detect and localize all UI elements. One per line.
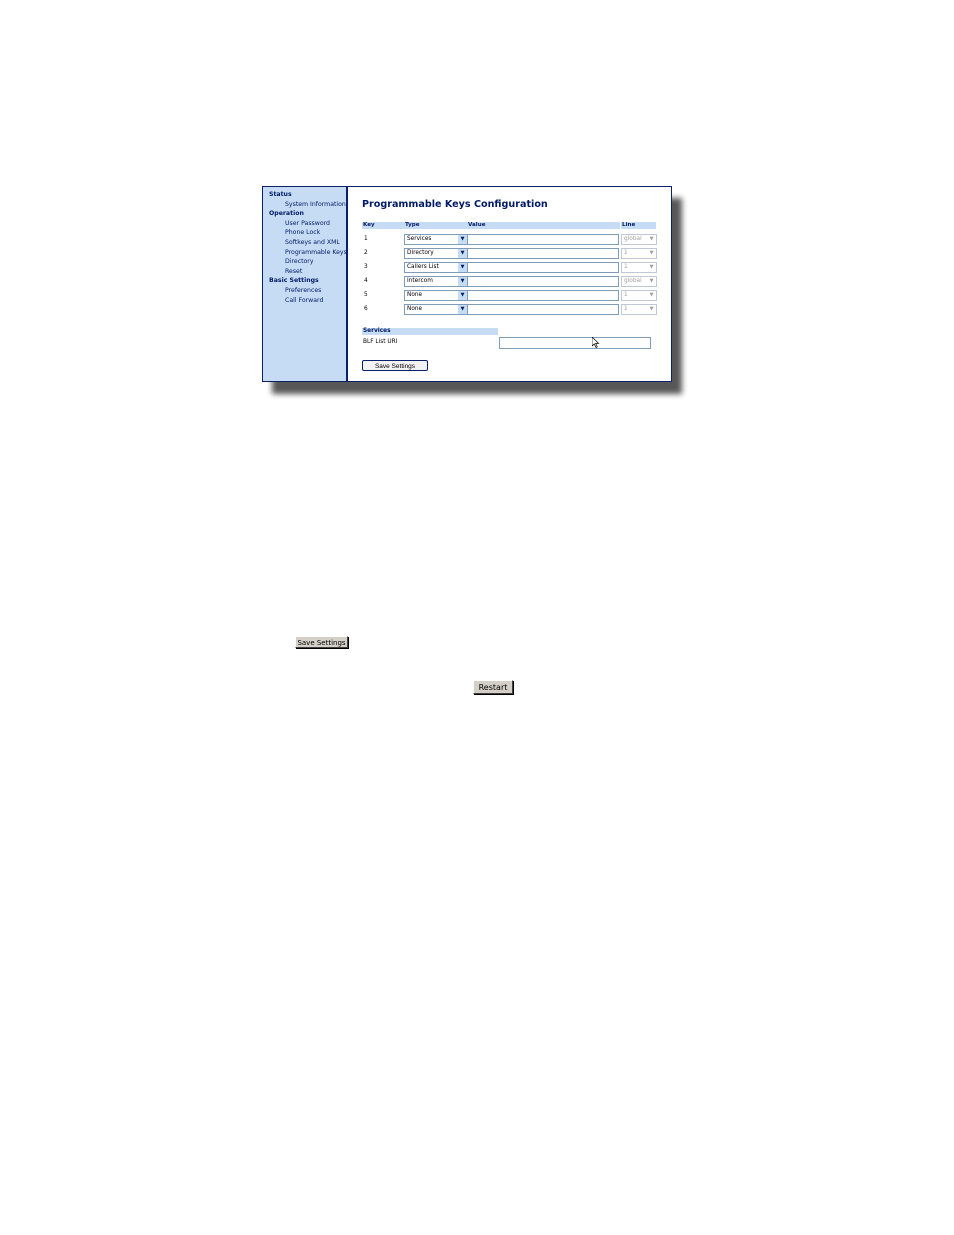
- sidebar-item-directory[interactable]: Directory: [269, 257, 346, 267]
- blf-list-uri-input[interactable]: [499, 337, 651, 349]
- column-header-key: Key: [362, 222, 404, 229]
- chevron-down-icon[interactable]: ▼: [458, 249, 467, 258]
- sidebar-item-reset[interactable]: Reset: [269, 267, 346, 277]
- sidebar-item-call-forward[interactable]: Call Forward: [269, 296, 346, 306]
- screenshot-frame: Status System Information Operation User…: [262, 186, 682, 394]
- line-select-value: 1: [624, 250, 628, 256]
- chevron-down-icon: ▼: [649, 278, 654, 284]
- key-number: 2: [364, 250, 368, 256]
- type-select[interactable]: Services ▼: [404, 234, 468, 245]
- line-select: 1 ▼: [621, 290, 657, 301]
- line-select: 1 ▼: [621, 304, 657, 315]
- line-select: global ▼: [621, 234, 657, 245]
- type-select-value: Intercom: [407, 278, 433, 284]
- line-select: 1 ▼: [621, 262, 657, 273]
- type-select-value: None: [407, 306, 423, 312]
- line-select-value: global: [624, 236, 642, 242]
- value-input[interactable]: [467, 262, 619, 273]
- type-select[interactable]: Intercom ▼: [404, 276, 468, 287]
- key-number: 3: [364, 264, 368, 270]
- chevron-down-icon: ▼: [649, 264, 654, 270]
- services-section-header: Services: [362, 328, 498, 335]
- sidebar-item-programmable-keys[interactable]: Programmable Keys: [269, 248, 347, 258]
- type-select[interactable]: Directory ▼: [404, 248, 468, 259]
- sidebar-item-preferences[interactable]: Preferences: [269, 286, 346, 296]
- sidebar-item-phone-lock[interactable]: Phone Lock: [269, 228, 346, 238]
- sidebar-section-basic-settings[interactable]: Basic Settings: [269, 276, 346, 286]
- sidebar-item-softkeys-xml[interactable]: Softkeys and XML: [269, 238, 346, 248]
- key-number: 6: [364, 306, 368, 312]
- blf-list-uri-label: BLF List URI: [363, 339, 398, 345]
- chevron-down-icon: ▼: [649, 250, 654, 256]
- chevron-down-icon: ▼: [649, 306, 654, 312]
- value-input[interactable]: [467, 276, 619, 287]
- column-header-value: Value: [467, 222, 620, 229]
- type-select[interactable]: None ▼: [404, 290, 468, 301]
- sidebar-item-system-information[interactable]: System Information: [269, 200, 346, 210]
- mouse-cursor-icon: [591, 333, 600, 352]
- type-select-value: Directory: [407, 250, 434, 256]
- sidebar-section-operation[interactable]: Operation: [269, 209, 346, 219]
- column-header-type: Type: [404, 222, 467, 229]
- line-select: global ▼: [621, 276, 657, 287]
- type-select-value: Callers List: [407, 264, 439, 270]
- type-select[interactable]: Callers List ▼: [404, 262, 468, 273]
- key-number: 4: [364, 278, 368, 284]
- value-input[interactable]: [467, 234, 619, 245]
- sidebar-nav: Status System Information Operation User…: [263, 187, 348, 381]
- save-settings-button[interactable]: Save Settings: [362, 360, 428, 371]
- line-select-value: global: [624, 278, 642, 284]
- save-settings-button-standalone[interactable]: Save Settings: [295, 636, 348, 648]
- value-input[interactable]: [467, 248, 619, 259]
- web-ui-window: Status System Information Operation User…: [262, 186, 672, 382]
- main-content: Programmable Keys Configuration Key Type…: [348, 187, 671, 381]
- chevron-down-icon[interactable]: ▼: [458, 263, 467, 272]
- type-select-value: None: [407, 292, 423, 298]
- sidebar-section-status[interactable]: Status: [269, 190, 346, 200]
- key-number: 1: [364, 236, 368, 242]
- line-select-value: 1: [624, 306, 628, 312]
- type-select[interactable]: None ▼: [404, 304, 468, 315]
- value-input[interactable]: [467, 290, 619, 301]
- line-select-value: 1: [624, 292, 628, 298]
- sidebar-item-user-password[interactable]: User Password: [269, 219, 346, 229]
- key-number: 5: [364, 292, 368, 298]
- column-header-line: Line: [621, 222, 656, 229]
- line-select-value: 1: [624, 264, 628, 270]
- chevron-down-icon[interactable]: ▼: [458, 291, 467, 300]
- chevron-down-icon: ▼: [649, 236, 654, 242]
- chevron-down-icon[interactable]: ▼: [458, 235, 467, 244]
- value-input[interactable]: [467, 304, 619, 315]
- line-select: 1 ▼: [621, 248, 657, 259]
- type-select-value: Services: [407, 236, 432, 242]
- restart-button[interactable]: Restart: [473, 680, 513, 694]
- chevron-down-icon[interactable]: ▼: [458, 305, 467, 314]
- page-title: Programmable Keys Configuration: [362, 199, 548, 210]
- chevron-down-icon[interactable]: ▼: [458, 277, 467, 286]
- chevron-down-icon: ▼: [649, 292, 654, 298]
